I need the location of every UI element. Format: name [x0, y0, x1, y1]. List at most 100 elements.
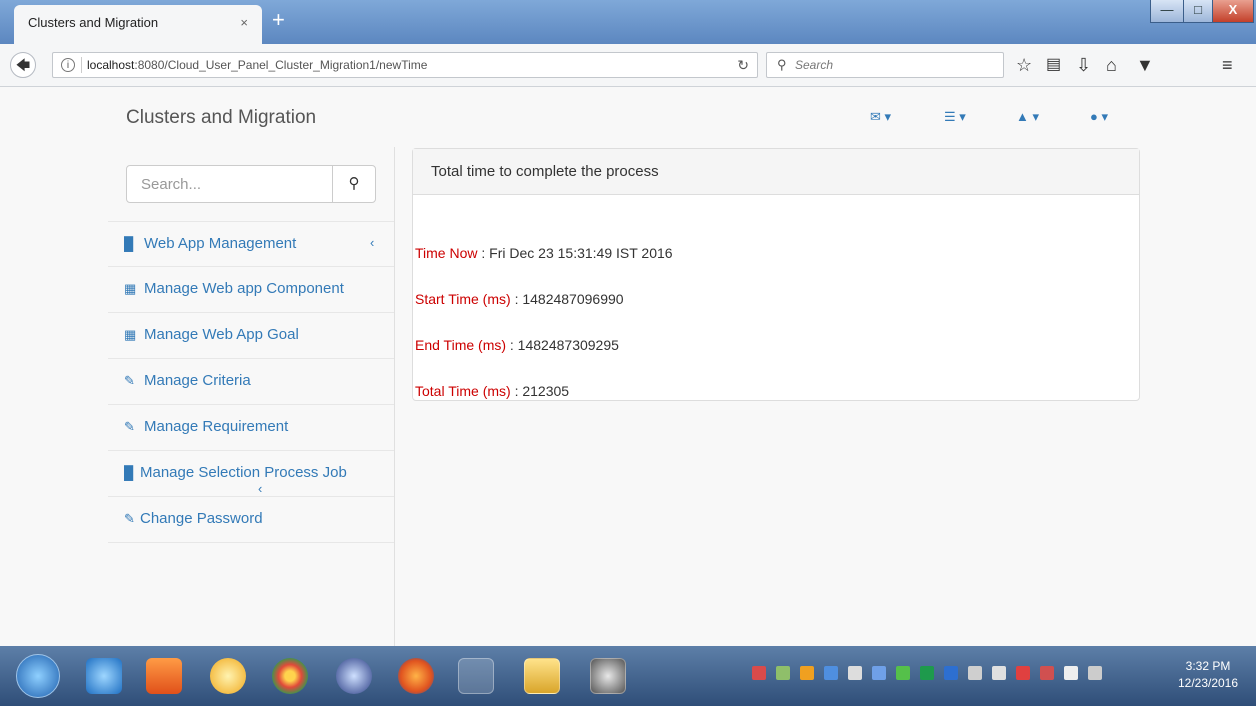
edit-icon: ✎ [124, 373, 135, 388]
tray-icon[interactable] [776, 666, 790, 680]
tray-icon[interactable] [752, 666, 766, 680]
sidebar-item-manage-requirement[interactable]: ✎ Manage Requirement [108, 405, 394, 451]
sidebar-item-label: Manage Requirement [144, 418, 289, 435]
time-now-row: Time Now : Fri Dec 23 15:31:49 IST 2016 [415, 245, 673, 261]
tray-icon[interactable] [920, 666, 934, 680]
bar-chart-icon: █ [124, 465, 134, 480]
menu-icon[interactable]: ≡ [1222, 54, 1233, 76]
browser-navbar: 🡄 i localhost:8080/Cloud_User_Panel_Clus… [0, 44, 1256, 87]
sidebar-item-manage-criteria[interactable]: ✎ Manage Criteria [108, 359, 394, 405]
sidebar-search-input[interactable] [127, 166, 333, 202]
tab-close-icon[interactable]: × [240, 15, 248, 30]
clock-time: 3:32 PM [1185, 659, 1231, 673]
eclipse-icon[interactable] [336, 658, 372, 694]
sidebar-item-label: Change Password [140, 510, 263, 527]
url-host: localhost [87, 58, 135, 72]
sidebar-item-manage-web-app-goal[interactable]: ▦ Manage Web App Goal [108, 313, 394, 359]
edit-icon: ✎ [124, 511, 135, 526]
firefox-icon[interactable] [398, 658, 434, 694]
java-ee-icon[interactable] [590, 658, 626, 694]
panel-heading: Total time to complete the process [413, 149, 1139, 195]
internet-explorer-icon[interactable] [86, 658, 122, 694]
signal-icon[interactable] [992, 666, 1006, 680]
window-titlebar: Clusters and Migration × + — □ X [0, 0, 1256, 44]
end-time-row: End Time (ms) : 1482487309295 [415, 337, 619, 353]
battery-icon[interactable] [1064, 666, 1078, 680]
chevron-left-icon: ‹ [258, 481, 263, 496]
app-icon[interactable] [210, 658, 246, 694]
sidebar-item-change-password[interactable]: ✎ Change Password [108, 497, 394, 543]
back-button[interactable]: 🡄 [10, 52, 36, 78]
row-key: End Time (ms) [415, 337, 507, 353]
eclipse-active-icon[interactable] [458, 658, 494, 694]
info-icon[interactable]: i [61, 58, 75, 72]
sidebar-item-label: Web App Management [144, 235, 297, 252]
minimize-button[interactable]: — [1150, 0, 1184, 23]
row-value: : 1482487309295 [509, 337, 619, 353]
taskbar-clock[interactable]: 3:32 PM 12/23/2016 [1168, 658, 1248, 692]
chrome-icon[interactable] [272, 658, 308, 694]
row-value: : Fri Dec 23 15:31:49 IST 2016 [481, 245, 673, 261]
volume-icon[interactable] [1088, 666, 1102, 680]
start-time-row: Start Time (ms) : 1482487096990 [415, 291, 624, 307]
tray-icon[interactable] [944, 666, 958, 680]
chevron-left-icon: ‹ [370, 235, 375, 250]
new-tab-button[interactable]: + [272, 9, 285, 31]
tab-title: Clusters and Migration [28, 15, 159, 30]
folder-icon[interactable] [524, 658, 560, 694]
clock-date: 12/23/2016 [1177, 676, 1239, 690]
total-time-row: Total Time (ms) : 212305 [415, 383, 569, 399]
tasks-icon[interactable]: ☰ ▾ [944, 109, 966, 125]
row-key: Total Time (ms) [415, 383, 511, 399]
bar-chart-icon: █ [124, 236, 134, 251]
sidebar-item-manage-selection-process-job[interactable]: █ Manage Selection Process Job ‹ [108, 451, 394, 497]
close-window-button[interactable]: X [1212, 0, 1254, 23]
sidebar-item-label: Manage Web app Component [144, 280, 344, 297]
sidebar-item-label: Manage Criteria [144, 372, 251, 389]
media-app-icon[interactable] [146, 658, 182, 694]
sidebar: ⚲ █ Web App Management ‹ ▦ Manage Web app … [108, 147, 395, 646]
sidebar-item-web-app-management[interactable]: █ Web App Management ‹ [108, 221, 394, 267]
edit-icon: ✎ [124, 419, 135, 434]
bell-icon[interactable]: ▲ ▾ [1016, 109, 1039, 125]
row-value: : 1482487096990 [514, 291, 624, 307]
browser-search-box[interactable]: ⚲ Search [766, 52, 1004, 78]
sidebar-item-manage-web-app-component[interactable]: ▦ Manage Web app Component [108, 267, 394, 313]
page-content: Clusters and Migration ✉ ▾ ☰ ▾ ▲ ▾ ● ▾ ⚲… [0, 87, 1256, 646]
bookmarks-list-icon[interactable]: ▤ [1046, 54, 1061, 76]
row-key: Start Time (ms) [415, 291, 511, 307]
flag-icon[interactable] [1040, 666, 1054, 680]
url-separator [81, 57, 82, 73]
tray-icon[interactable] [824, 666, 838, 680]
bookmark-star-icon[interactable]: ☆ [1016, 54, 1032, 76]
home-icon[interactable]: ⌂ [1106, 54, 1117, 76]
bluetooth-icon[interactable] [872, 666, 886, 680]
envelope-icon[interactable]: ✉ ▾ [870, 109, 891, 125]
downloads-icon[interactable]: ⇩ [1076, 54, 1091, 76]
tray-icon[interactable] [896, 666, 910, 680]
tray-icon[interactable] [848, 666, 862, 680]
table-icon: ▦ [124, 281, 137, 296]
address-bar[interactable]: i localhost:8080/Cloud_User_Panel_Cluste… [52, 52, 758, 78]
time-panel: Total time to complete the process Time … [412, 148, 1140, 401]
maximize-button[interactable]: □ [1183, 0, 1213, 23]
start-button[interactable] [16, 654, 60, 698]
browser-tab[interactable]: Clusters and Migration × [14, 5, 262, 44]
windows-taskbar: 3:32 PM 12/23/2016 [0, 646, 1256, 706]
url-path: :8080/Cloud_User_Panel_Cluster_Migration… [134, 58, 428, 72]
network-icon[interactable] [968, 666, 982, 680]
url-text[interactable]: localhost:8080/Cloud_User_Panel_Cluster_… [87, 58, 427, 72]
reload-icon[interactable]: ↻ [737, 57, 749, 74]
row-value: : 212305 [514, 383, 570, 399]
user-icon[interactable]: ● ▾ [1090, 109, 1108, 125]
sidebar-search-button[interactable]: ⚲ [332, 166, 375, 202]
brand-title[interactable]: Clusters and Migration [126, 107, 316, 129]
table-icon: ▦ [124, 327, 137, 342]
tray-icon[interactable] [1016, 666, 1030, 680]
sidebar-search: ⚲ [126, 165, 376, 203]
row-key: Time Now [415, 245, 478, 261]
sidebar-item-label: Manage Web App Goal [144, 326, 299, 343]
pocket-icon[interactable]: ▼ [1136, 54, 1154, 76]
tray-icon[interactable] [800, 666, 814, 680]
sidebar-menu: █ Web App Management ‹ ▦ Manage Web app Co… [108, 221, 394, 543]
